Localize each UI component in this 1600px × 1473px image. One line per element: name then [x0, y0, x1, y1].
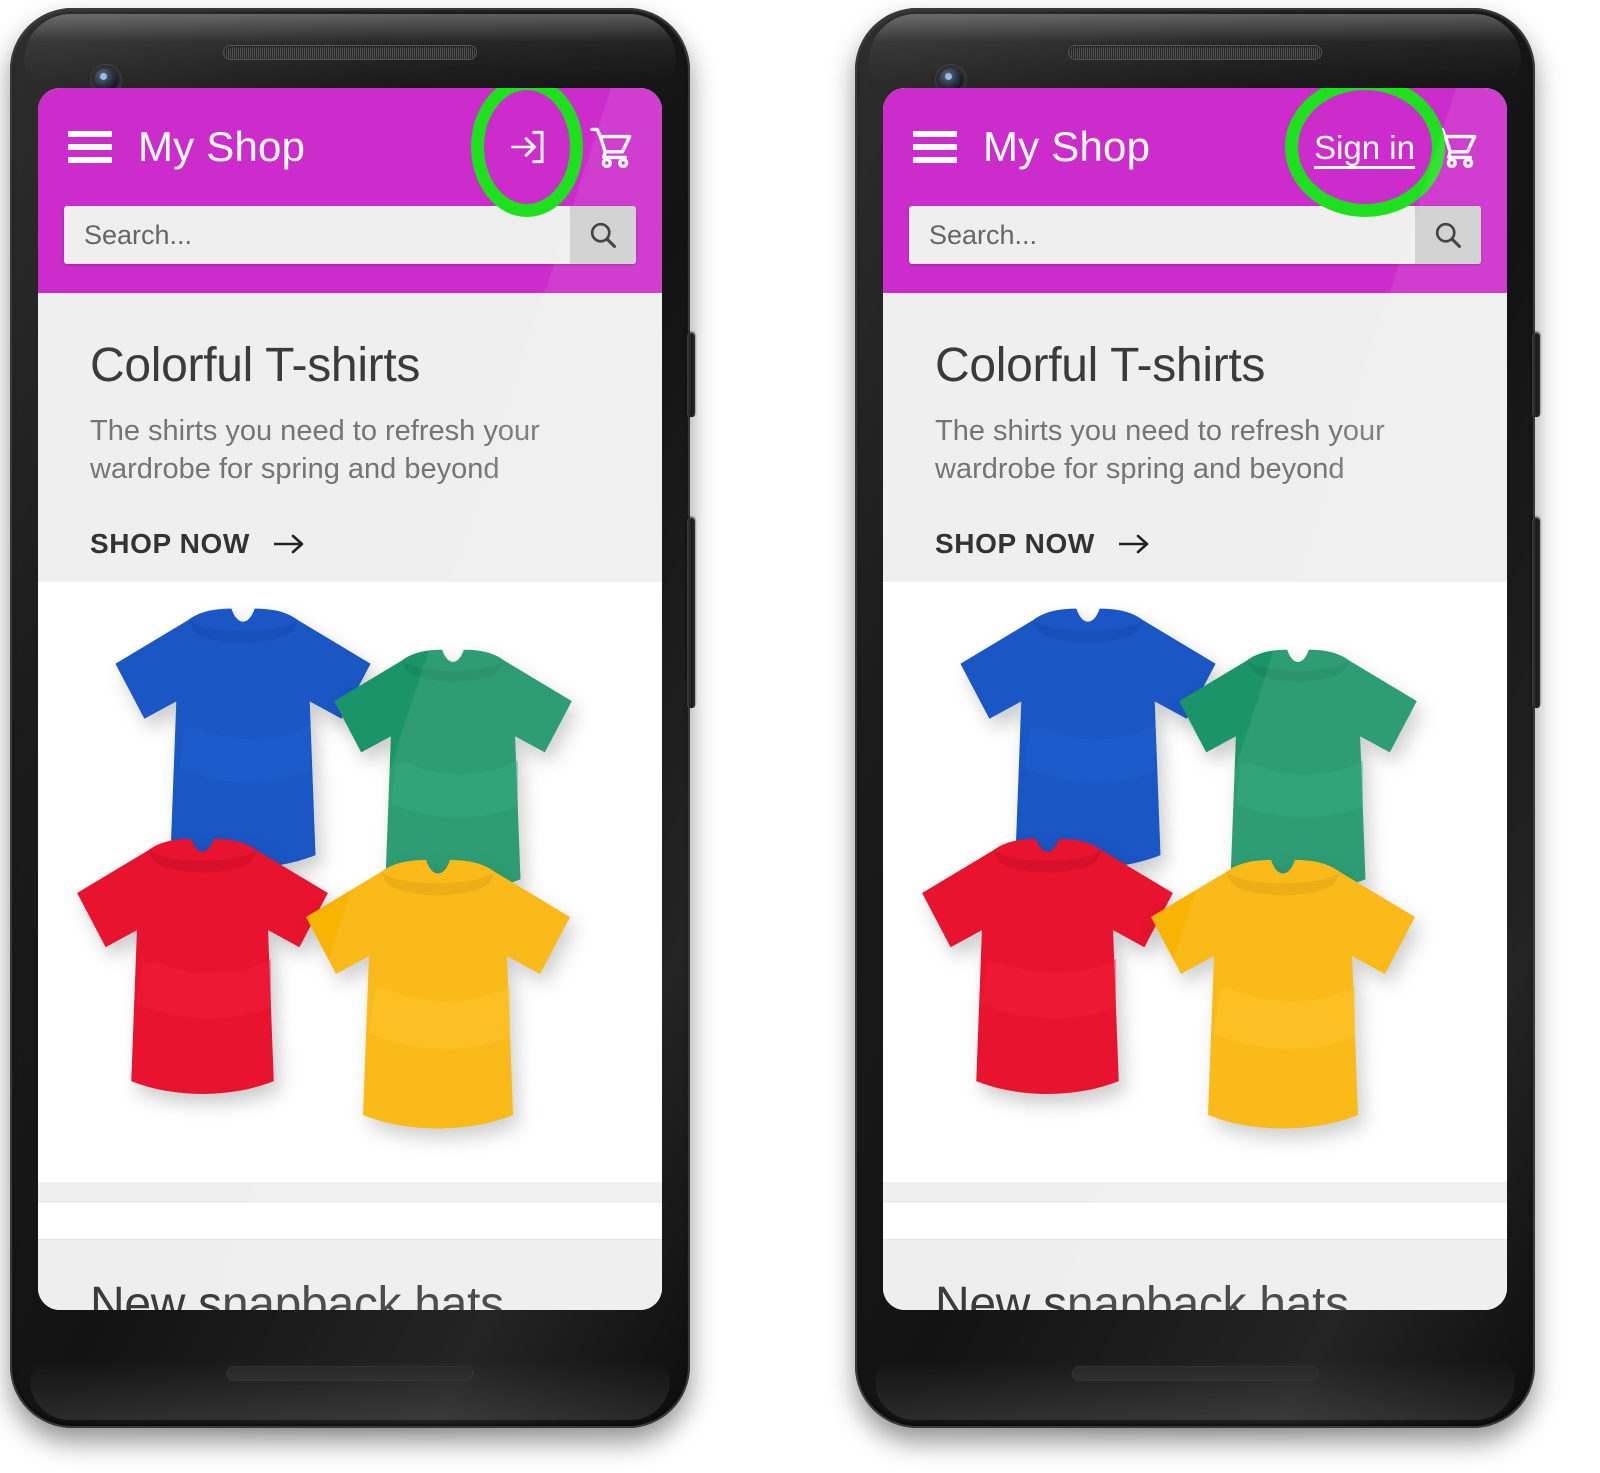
hamburger-menu-icon[interactable]	[913, 131, 957, 163]
search-input[interactable]	[64, 206, 570, 264]
app-bar-actions	[471, 88, 636, 217]
shop-now-button[interactable]: SHOP NOW	[90, 528, 306, 560]
search-magnifier-icon	[1435, 222, 1462, 249]
second-card: New snapback hats Dashing, distinctive. …	[883, 1239, 1507, 1310]
page-title: My Shop	[138, 123, 306, 170]
phone-screen-before: My Shop Search... Colorful T-shirts The …	[38, 88, 662, 1310]
search-bar	[64, 206, 636, 264]
search-submit-button[interactable]	[1415, 206, 1481, 264]
card-separator	[38, 1203, 662, 1239]
login-exit-to-app-icon	[511, 130, 544, 164]
shop-now-button[interactable]: SHOP NOW	[935, 528, 1151, 560]
power-button[interactable]	[687, 333, 695, 417]
volume-button[interactable]	[1532, 518, 1540, 708]
page-content: Colorful T-shirts The shirts you need to…	[38, 293, 662, 1310]
arrow-right-icon	[1118, 534, 1149, 553]
search-input[interactable]	[909, 206, 1415, 264]
second-card-title: New snapback hats	[90, 1278, 504, 1310]
search-bar	[909, 206, 1481, 264]
app-bar: My Shop Sign in	[883, 88, 1507, 293]
shop-now-label: SHOP NOW	[90, 527, 250, 559]
page-content: Colorful T-shirts The shirts you need to…	[883, 293, 1507, 1310]
second-card-title: New snapback hats	[935, 1278, 1349, 1310]
hero-subtitle: The shirts you need to refresh your ward…	[90, 415, 540, 485]
app-bar-actions: Sign in	[1284, 88, 1481, 217]
phone-device-after: My Shop Sign in Search... Colorful T-shi…	[855, 8, 1540, 1434]
sign-in-label: Sign in	[1314, 128, 1415, 166]
second-card: New snapback hats Dashing, distinctive. …	[38, 1239, 662, 1310]
search-container	[38, 206, 662, 264]
earpiece-speaker-icon	[224, 46, 476, 59]
hero-subtitle: The shirts you need to refresh your ward…	[935, 415, 1385, 485]
bottom-speaker-icon	[227, 1367, 473, 1380]
earpiece-speaker-icon	[1069, 46, 1321, 59]
hero-title: Colorful T-shirts	[935, 339, 1266, 392]
shopping-cart-icon[interactable]	[1433, 123, 1481, 171]
phone-screen-after: My Shop Sign in Search... Colorful T-shi…	[883, 88, 1507, 1310]
search-submit-button[interactable]	[570, 206, 636, 264]
volume-button[interactable]	[687, 518, 695, 708]
sign-in-button[interactable]: Sign in	[1284, 88, 1445, 217]
bottom-speaker-icon	[1072, 1367, 1318, 1380]
hero-image	[38, 581, 662, 1182]
tshirt-yellow	[288, 844, 588, 1152]
app-bar: My Shop	[38, 88, 662, 293]
hero-title: Colorful T-shirts	[90, 339, 421, 392]
comparison-stage: My Shop Search... Colorful T-shirts The …	[0, 0, 1600, 1473]
shopping-cart-icon[interactable]	[588, 123, 636, 171]
hamburger-menu-icon[interactable]	[68, 131, 112, 163]
hero-card: Colorful T-shirts The shirts you need to…	[883, 293, 1507, 1203]
search-container	[883, 206, 1507, 264]
sign-in-button[interactable]	[471, 88, 583, 217]
power-button[interactable]	[1532, 333, 1540, 417]
search-magnifier-icon	[590, 222, 617, 249]
phone-device-before: My Shop Search... Colorful T-shirts The …	[10, 8, 695, 1434]
page-title: My Shop	[983, 123, 1151, 170]
hero-image	[883, 581, 1507, 1182]
tshirt-yellow	[1133, 844, 1433, 1152]
shop-now-label: SHOP NOW	[935, 527, 1095, 559]
hero-card: Colorful T-shirts The shirts you need to…	[38, 293, 662, 1203]
card-separator	[883, 1203, 1507, 1239]
arrow-right-icon	[273, 534, 304, 553]
